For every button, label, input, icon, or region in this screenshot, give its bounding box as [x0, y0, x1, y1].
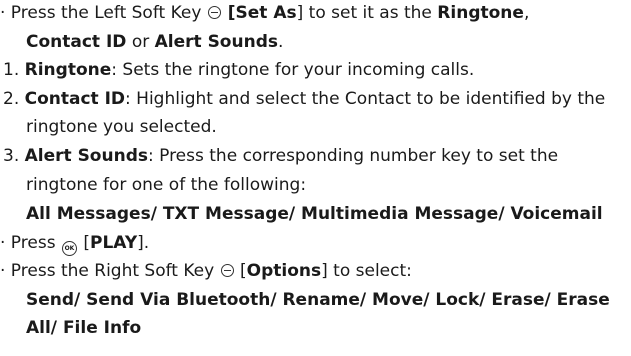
bold-text: PLAY — [90, 233, 138, 253]
body-text: · Press the Right Soft Key — [0, 261, 220, 281]
line-l10: · Press the Right Soft Key [Options] to … — [0, 260, 412, 284]
body-text: or — [126, 32, 155, 52]
body-text: ringtone you selected. — [26, 117, 217, 137]
bold-text: Contact ID — [26, 32, 127, 52]
body-text: , — [523, 3, 530, 23]
line-l4: 2. Contact ID: Highlight and select the … — [3, 88, 605, 112]
ok-key-icon: OK — [61, 241, 77, 256]
bold-text: Ringtone — [24, 60, 112, 80]
bold-text: Alert Sounds — [154, 32, 278, 52]
bold-text: Contact ID — [24, 89, 126, 109]
bold-text: Alert Sounds — [24, 146, 148, 166]
right-soft-key-icon — [220, 264, 234, 277]
body-text: ] to set it as the — [296, 3, 438, 23]
body-text: ringtone for one of the following: — [26, 175, 307, 195]
line-l7: ringtone for one of the following: — [26, 174, 306, 198]
body-text: 3. — [3, 146, 25, 166]
body-text: ]. — [137, 233, 150, 253]
body-text: · Press the Left Soft Key — [0, 3, 207, 23]
line-l1: · Press the Left Soft Key [Set As] to se… — [0, 2, 529, 26]
line-l6: 3. Alert Sounds: Press the corresponding… — [3, 145, 558, 169]
line-l12: All/ File Info — [26, 317, 141, 341]
body-text: ] to select: — [321, 261, 412, 281]
bold-text: Options — [246, 261, 322, 281]
line-l5: ringtone you selected. — [26, 116, 217, 140]
bold-text: Send/ Send Via Bluetooth/ Rename/ Move/ … — [26, 290, 610, 310]
body-text: 1. — [3, 60, 25, 80]
body-text: : Press the corresponding number key to … — [147, 146, 559, 166]
left-soft-key-icon — [207, 6, 221, 19]
body-text: [ — [234, 261, 247, 281]
body-text: : Sets the ringtone for your incoming ca… — [111, 60, 475, 80]
bold-text: [Set As — [221, 3, 297, 23]
body-text: 2. — [3, 89, 25, 109]
line-l3: 1. Ringtone: Sets the ringtone for your … — [3, 59, 474, 83]
bold-text: Ringtone — [437, 3, 524, 23]
bold-text: All Messages/ TXT Message/ Multimedia Me… — [26, 204, 603, 224]
bold-text: All/ File Info — [26, 318, 142, 338]
body-text: . — [277, 32, 284, 52]
line-l2: Contact ID or Alert Sounds. — [26, 31, 283, 55]
body-text: : Highlight and select the Contact to be… — [125, 89, 606, 109]
body-text: [ — [77, 233, 90, 253]
line-l9: · Press OK [PLAY]. — [0, 232, 149, 256]
line-l8: All Messages/ TXT Message/ Multimedia Me… — [26, 203, 603, 227]
body-text: · Press — [0, 233, 61, 253]
line-l11: Send/ Send Via Bluetooth/ Rename/ Move/ … — [26, 289, 610, 313]
